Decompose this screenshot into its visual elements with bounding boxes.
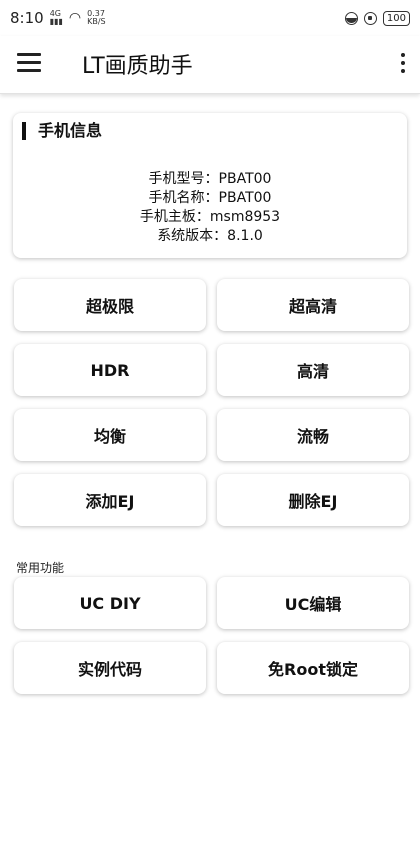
battery-icon: 100 (382, 10, 410, 26)
speed-unit: KB/S (87, 17, 106, 26)
ultra-extreme-button[interactable]: 超极限 (14, 279, 206, 331)
more-options-icon[interactable] (400, 53, 406, 75)
app-title: LT画质助手 (82, 54, 193, 79)
add-ej-button[interactable]: 添加EJ (14, 474, 206, 526)
phone-name: 手机名称：PBAT00 (148, 190, 272, 206)
wifi-icon: ◠ (68, 10, 82, 26)
signal-icon: 4G ▮▮▮ (49, 9, 63, 26)
delete-ej-button[interactable]: 删除EJ (217, 474, 409, 526)
phone-info-title: 手机信息 (22, 122, 102, 140)
status-bar: 8:10 4G ▮▮▮ ◠ 0.37 KB/S 100 (0, 0, 420, 36)
status-left: 8:10 4G ▮▮▮ ◠ 0.37 KB/S (10, 9, 106, 27)
status-time: 8:10 (10, 9, 44, 27)
root-free-lock-button[interactable]: 免Root锁定 (217, 642, 409, 694)
common-functions-label: 常用功能 (16, 561, 65, 575)
phone-board: 手机主板：msm8953 (139, 209, 281, 225)
status-right: 100 (344, 10, 410, 26)
phone-model: 手机型号：PBAT00 (148, 171, 272, 187)
ultra-hd-button[interactable]: 超高清 (217, 279, 409, 331)
data-saver-icon (344, 11, 358, 25)
network-speed: 0.37 KB/S (87, 10, 106, 26)
balanced-button[interactable]: 均衡 (14, 409, 206, 461)
uc-diy-button[interactable]: UC DIY (14, 577, 206, 629)
example-code-button[interactable]: 实例代码 (14, 642, 206, 694)
phone-info-card: 手机信息 手机型号：PBAT00 手机名称：PBAT00 手机主板：msm895… (13, 113, 407, 258)
uc-edit-button[interactable]: UC编辑 (217, 577, 409, 629)
hdr-button[interactable]: HDR (14, 344, 206, 396)
smooth-button[interactable]: 流畅 (217, 409, 409, 461)
menu-icon[interactable] (17, 53, 41, 73)
hd-button[interactable]: 高清 (217, 344, 409, 396)
system-version: 系统版本：8.1.0 (157, 228, 263, 244)
lock-icon (363, 11, 377, 25)
app-bar: LT画质助手 (0, 36, 420, 94)
phone-info-lines: 手机型号：PBAT00 手机名称：PBAT00 手机主板：msm8953 系统版… (13, 170, 407, 246)
